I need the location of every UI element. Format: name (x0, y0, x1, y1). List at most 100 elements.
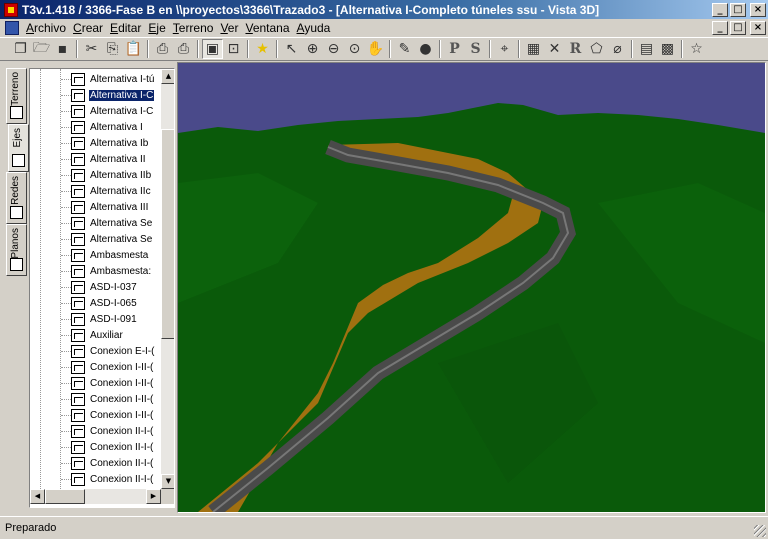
tree-item[interactable]: Conexion I-II-( (61, 359, 154, 375)
tree-vertical-scrollbar[interactable]: ▲ ▼ (161, 69, 174, 489)
tree-item[interactable]: Alternativa Se (61, 231, 153, 247)
pan-hand-icon[interactable]: ✋ (365, 39, 386, 59)
zoom-window-icon[interactable]: ⊡ (223, 39, 244, 59)
tab-terreno[interactable]: Terreno (6, 68, 27, 124)
tree-item-label: Alternativa I-tú (90, 73, 155, 85)
close-button[interactable]: × (750, 2, 766, 17)
axis-node-icon (71, 264, 85, 278)
axis-icon (12, 154, 25, 167)
tree-item-label: Conexion E-I-( (90, 345, 155, 357)
menu-archivo[interactable]: Archivo (25, 21, 72, 35)
save-icon[interactable]: ▪ (52, 39, 73, 59)
side-tabs: Terreno Ejes Redes Planos (2, 68, 29, 508)
tree-line (40, 69, 41, 489)
menu-ayuda[interactable]: Ayuda (296, 21, 337, 35)
tree-item[interactable]: Conexion E-I-( (61, 343, 155, 359)
star-outline-icon[interactable]: ☆ (686, 39, 707, 59)
tree-item[interactable]: Alternativa IIc (61, 183, 152, 199)
tab-redes[interactable]: Redes (6, 172, 27, 224)
tab-ejes[interactable]: Ejes (8, 124, 29, 172)
tree-item[interactable]: ASD-I-037 (61, 279, 138, 295)
tree-horizontal-scrollbar[interactable]: ◀ ▶ (30, 489, 161, 504)
tree-item[interactable]: Conexion II-I-( (61, 423, 154, 439)
lasso-icon[interactable]: ⌀ (607, 39, 628, 59)
tree-connector (61, 366, 71, 368)
tree-item[interactable]: Alternativa Se (61, 215, 153, 231)
cut-icon[interactable]: ✂ (81, 39, 102, 59)
axis-tree[interactable]: Alternativa I-tú Alternativa I-C Alternati… (30, 69, 161, 489)
tree-item[interactable]: Alternativa III (61, 199, 149, 215)
zoom-in-icon[interactable]: ⊕ (302, 39, 323, 59)
print-icon[interactable]: ⎙ (173, 39, 194, 59)
tab-planos[interactable]: Planos (6, 224, 27, 276)
menu-eje[interactable]: Eje (147, 21, 171, 35)
view-3d[interactable] (177, 62, 766, 513)
tree-item[interactable]: Alternativa I-C (61, 103, 154, 119)
minimize-button[interactable]: _ (712, 2, 728, 17)
menu-ver[interactable]: Ver (219, 21, 244, 35)
tree-item[interactable]: Auxiliar (61, 327, 124, 343)
copy-icon[interactable]: ⎘ (102, 39, 123, 59)
tree-item[interactable]: Alternativa IIb (61, 167, 152, 183)
mdi-close-button[interactable]: × (750, 21, 766, 35)
scroll-left-button[interactable]: ◀ (30, 489, 45, 504)
tree-item[interactable]: Alternativa Ib (61, 135, 149, 151)
axis-node-icon (71, 88, 85, 102)
pointer-icon[interactable]: ↖ (281, 39, 302, 59)
menu-terreno[interactable]: Terreno (172, 21, 220, 35)
r-icon[interactable]: R (565, 39, 586, 59)
tree-item[interactable]: Ambasmesta: (61, 263, 152, 279)
tree-item[interactable]: Conexion I-II-( (61, 407, 154, 423)
terrain-3d-render[interactable] (178, 63, 765, 512)
tree-item[interactable]: ASD-I-091 (61, 311, 138, 327)
menu-editar[interactable]: Editar (109, 21, 147, 35)
polygon-icon[interactable]: ⬠ (586, 39, 607, 59)
tree-connector (61, 206, 71, 208)
scroll-thumb[interactable] (161, 129, 174, 339)
mdi-restore-button[interactable]: □ (730, 21, 746, 35)
document-icon[interactable] (5, 21, 19, 35)
tree-item[interactable]: Conexion II-I-( (61, 439, 154, 455)
section-icon[interactable]: S (465, 39, 486, 59)
tree-item[interactable]: Conexion II-I-( (61, 471, 154, 487)
palette-icon[interactable]: ▩ (657, 39, 678, 59)
plan-icon[interactable]: P (444, 39, 465, 59)
toolbar-separator (439, 40, 441, 58)
cross-icon[interactable]: ✕ (544, 39, 565, 59)
grid-icon[interactable]: ▦ (523, 39, 544, 59)
scroll-right-button[interactable]: ▶ (146, 489, 161, 504)
tree-item[interactable]: Conexion I-II-( (61, 391, 154, 407)
scroll-up-button[interactable]: ▲ (161, 69, 174, 84)
star-icon[interactable]: ★ (252, 39, 273, 59)
windows-icon[interactable]: ❐ (10, 39, 31, 59)
open-folder-icon[interactable]: 🗁 (31, 39, 52, 59)
window-layout-icon[interactable]: ▣ (202, 39, 223, 59)
scroll-corner (161, 489, 174, 504)
tab-planos-label: Planos (10, 228, 21, 259)
sphere-icon[interactable]: ● (415, 39, 436, 59)
measure-icon[interactable]: ⌖ (494, 39, 515, 59)
app-icon[interactable] (4, 2, 18, 17)
hscroll-thumb[interactable] (45, 489, 85, 504)
tree-item[interactable]: ASD-I-065 (61, 295, 138, 311)
tree-item[interactable]: Alternativa II (61, 151, 147, 167)
calendar-icon[interactable]: ▤ (636, 39, 657, 59)
tree-item[interactable]: Alternativa I-C (61, 87, 155, 103)
maximize-button[interactable]: □ (730, 2, 746, 17)
menu-crear[interactable]: Crear (72, 21, 109, 35)
tree-item[interactable]: Ambasmesta (61, 247, 149, 263)
zoom-extents-icon[interactable]: ⊙ (344, 39, 365, 59)
print-preview-icon[interactable]: ⎙ (152, 39, 173, 59)
tree-item[interactable]: Conexion I-II-( (61, 375, 154, 391)
paste-icon[interactable]: 📋 (123, 39, 144, 59)
pen-icon[interactable]: ✎ (394, 39, 415, 59)
mdi-minimize-button[interactable]: _ (712, 21, 728, 35)
resize-grip[interactable] (754, 525, 766, 537)
tree-item[interactable]: Alternativa I-tú (61, 71, 155, 87)
zoom-out-icon[interactable]: ⊖ (323, 39, 344, 59)
tree-connector (61, 382, 71, 384)
tree-item[interactable]: Conexion II-I-( (61, 455, 154, 471)
tree-item[interactable]: Alternativa I (61, 119, 144, 135)
scroll-down-button[interactable]: ▼ (161, 474, 174, 489)
menu-ventana[interactable]: Ventana (244, 21, 295, 35)
